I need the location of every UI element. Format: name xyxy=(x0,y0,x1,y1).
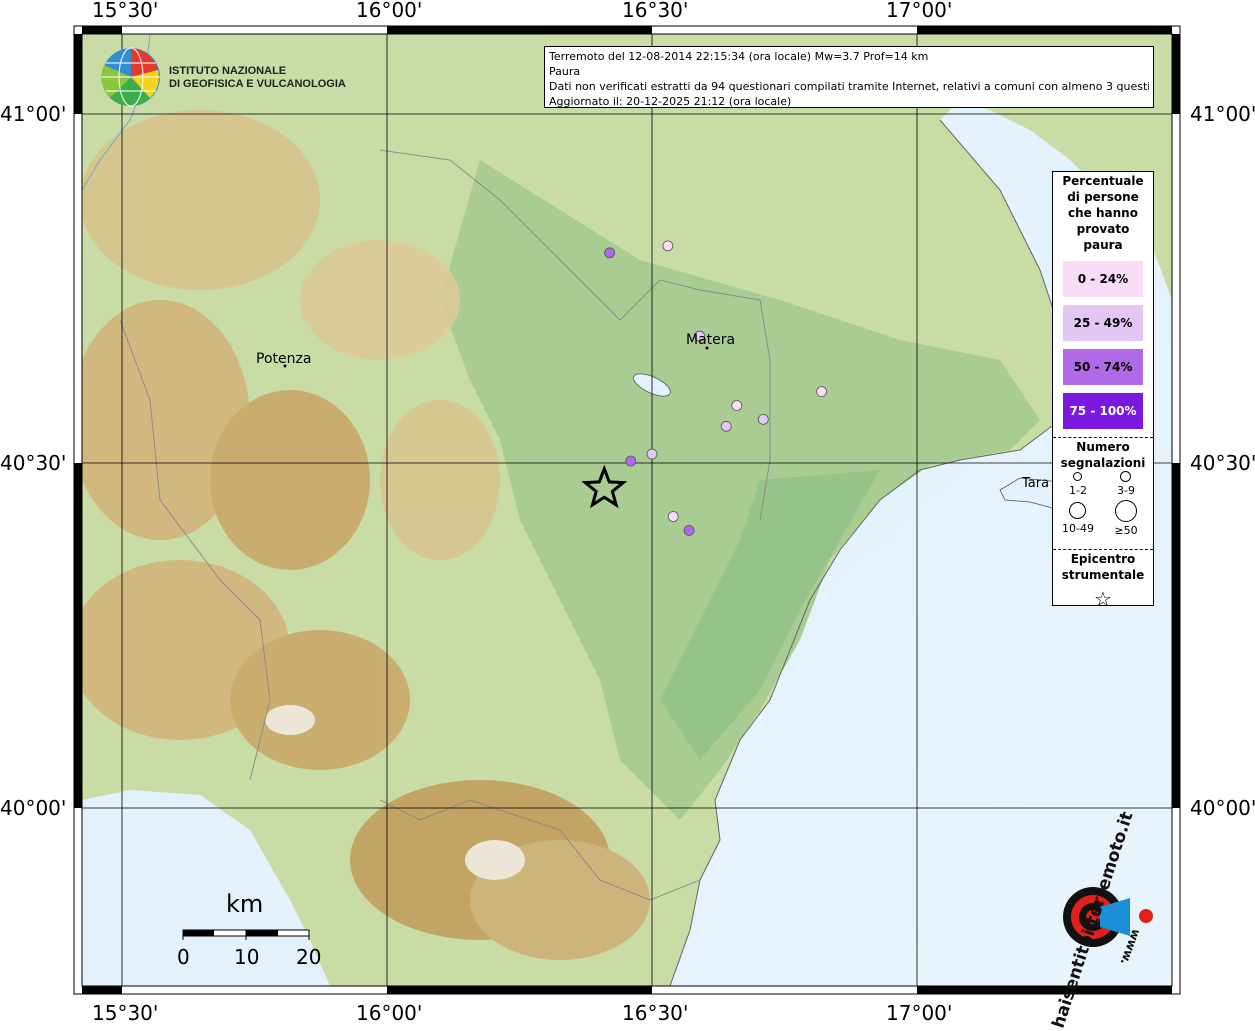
ingv-logo-line2: DI GEOFISICA E VULCANOLOGIA xyxy=(169,78,346,90)
legend-count-sizes: 1-2 3-9 10-49 ≥50 xyxy=(1053,471,1153,551)
observation-point xyxy=(683,525,695,536)
size-circle-medium xyxy=(1120,471,1131,482)
observation-point xyxy=(667,511,679,522)
size-label-1-2: 1-2 xyxy=(1069,484,1087,497)
legend-count-title: Numero segnalazioni xyxy=(1053,439,1153,471)
legend-class-50-74: 50 - 74% xyxy=(1063,349,1143,385)
legend-count-title-line: Numero xyxy=(1076,440,1130,454)
observation-point xyxy=(625,455,637,467)
observation-point xyxy=(757,413,769,425)
scale-label-10: 10 xyxy=(234,945,260,969)
lat-label-right-4100: 41°00' xyxy=(1190,102,1255,126)
data-disclaimer: Dati non verificati estratti da 94 quest… xyxy=(549,80,1149,93)
map-parameter: Paura xyxy=(549,65,581,78)
legend-title: Percentuale di persone che hanno provato… xyxy=(1053,173,1153,253)
size-circle-small xyxy=(1073,472,1082,481)
legend-class-75-100: 75 - 100% xyxy=(1063,393,1143,429)
lat-label-right-4030: 40°30' xyxy=(1190,451,1255,475)
observation-point xyxy=(646,448,658,460)
city-label-potenza: Potenza xyxy=(256,351,312,367)
lon-label-bottom-1630: 16°30' xyxy=(622,1001,689,1025)
lon-label-bottom-1700: 17°00' xyxy=(886,1001,953,1025)
lon-label-top-1700: 17°00' xyxy=(886,0,953,22)
legend-title-line: paura xyxy=(1083,238,1123,252)
legend-panel: Percentuale di persone che hanno provato… xyxy=(1052,171,1154,611)
observation-point xyxy=(720,420,732,432)
size-circle-xlarge xyxy=(1115,500,1137,522)
legend-title-line: che hanno xyxy=(1068,206,1138,220)
legend-epicenter-line: Epicentro xyxy=(1070,552,1136,566)
scale-label-20: 20 xyxy=(296,945,322,969)
lon-label-bottom-1530: 15°30' xyxy=(92,1001,159,1025)
lon-label-top-1530: 15°30' xyxy=(92,0,159,22)
size-circle-large xyxy=(1069,502,1086,519)
event-summary: Terremoto del 12-08-2014 22:15:34 (ora l… xyxy=(549,50,929,63)
legend-class-0-24: 0 - 24% xyxy=(1063,261,1143,297)
legend-count-title-line: segnalazioni xyxy=(1060,456,1146,470)
size-label-50plus: ≥50 xyxy=(1114,524,1138,537)
lat-label-left-4030: 40°30' xyxy=(0,451,67,475)
lat-label-left-4000: 40°00' xyxy=(0,796,67,820)
update-timestamp: Aggiornato il: 20-12-2025 21:12 (ora loc… xyxy=(549,95,792,108)
legend-title-line: provato xyxy=(1076,222,1130,236)
legend-title-line: di persone xyxy=(1067,190,1139,204)
city-label-matera: Matera xyxy=(686,332,736,348)
lon-label-top-1630: 16°30' xyxy=(622,0,689,22)
size-label-3-9: 3-9 xyxy=(1117,484,1135,497)
scale-unit-label: km xyxy=(226,890,264,918)
scale-label-0: 0 xyxy=(177,945,190,969)
observation-point xyxy=(731,400,743,411)
city-label-taranto: Tara xyxy=(1022,476,1050,491)
observation-point xyxy=(662,240,674,252)
observation-point xyxy=(604,247,615,259)
legend-epicenter-title: Epicentro strumentale xyxy=(1053,551,1153,583)
lat-label-right-4000: 40°00' xyxy=(1190,796,1255,820)
size-label-10-49: 10-49 xyxy=(1062,522,1094,535)
legend-divider xyxy=(1053,437,1153,438)
observation-point xyxy=(816,386,827,398)
event-info-box: Terremoto del 12-08-2014 22:15:34 (ora l… xyxy=(544,46,1154,108)
lon-label-bottom-1600: 16°00' xyxy=(356,1001,423,1025)
ingv-logo-text: ISTITUTO NAZIONALE DI GEOFISICA E VULCAN… xyxy=(169,65,346,91)
legend-star-icon: ☆ xyxy=(1094,587,1112,611)
legend-title-line: Percentuale xyxy=(1062,174,1144,188)
ingv-logo-line1: ISTITUTO NAZIONALE xyxy=(169,65,287,77)
legend-epicenter-line: strumentale xyxy=(1061,568,1145,582)
legend-class-25-49: 25 - 49% xyxy=(1063,305,1143,341)
lat-label-left-4100: 41°00' xyxy=(0,102,67,126)
lon-label-top-1600: 16°00' xyxy=(356,0,423,22)
